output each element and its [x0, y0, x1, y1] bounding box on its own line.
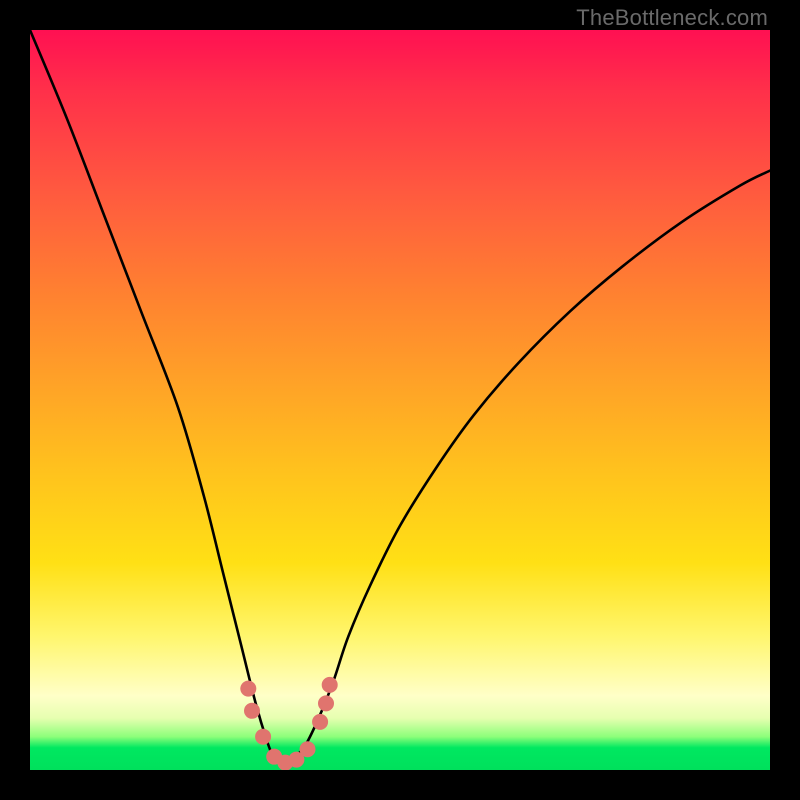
curve-marker [318, 695, 334, 711]
curve-markers [240, 677, 337, 770]
watermark-text: TheBottleneck.com [576, 5, 768, 31]
curve-marker [240, 681, 256, 697]
curve-marker [312, 714, 328, 730]
curve-marker [322, 677, 338, 693]
plot-area [30, 30, 770, 770]
bottleneck-curve-svg [30, 30, 770, 770]
curve-marker [255, 729, 271, 745]
bottleneck-curve [30, 30, 770, 764]
chart-frame: TheBottleneck.com [0, 0, 800, 800]
curve-marker [300, 741, 316, 757]
curve-marker [244, 703, 260, 719]
